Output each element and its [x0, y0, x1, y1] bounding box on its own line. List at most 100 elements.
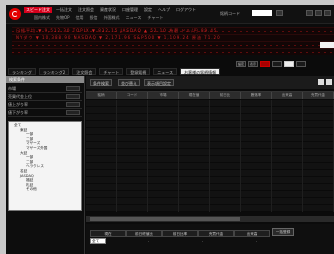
column-header[interactable]: 騰落率	[241, 92, 272, 99]
filter-row-trade-value[interactable]: 売買代金上位	[8, 93, 82, 101]
filter-select[interactable]	[66, 86, 80, 91]
ticker-dots	[12, 52, 334, 53]
left-panel: 検索条件 市場 売買代金上位 値上がり率 値下がり率 全て 東証 一部 二部 マ…	[6, 76, 85, 254]
submenu-news[interactable]: ニュース	[126, 15, 142, 21]
top-menu: スピード注文 一括注文 注文照会 資産状況 口座管理 設定 ヘルプ ログアウト	[24, 7, 198, 13]
summary-cell: -	[147, 239, 150, 243]
filter-select[interactable]	[66, 94, 80, 99]
summary-cell	[162, 238, 189, 244]
menu-item-assets[interactable]: 資産状況	[98, 7, 118, 13]
minimize-button[interactable]	[306, 10, 313, 16]
column-header[interactable]: 銘柄	[86, 92, 117, 99]
ticker-strip-2: NYダウ ▼ 10,388.90 NASDAQ ▼ 2,171.96 S&P50…	[12, 34, 334, 41]
summary-header-cell: 売買代金	[198, 230, 234, 237]
summary-values: - - -	[108, 238, 270, 244]
grid-toolbar: 条件検索 並び替え 表示項目設定	[86, 76, 334, 89]
bottom-summary: 現在 前日終値比 前日比率 売買代金 出来高 一括登録 全て - - -	[86, 224, 334, 254]
tab-chart[interactable]: チャート	[99, 68, 124, 75]
summary-select[interactable]: 全て	[90, 238, 106, 244]
filter-label: 売買代金上位	[8, 94, 32, 99]
tab-order-inquiry[interactable]: 注文照会	[72, 68, 97, 75]
menu-item-batch-order[interactable]: 一括注文	[54, 7, 74, 13]
column-header[interactable]: コード	[117, 92, 148, 99]
summary-cell: -	[201, 239, 204, 243]
stock-grid: 銘柄 コード 市場 現在値 前日比 騰落率 出来高 売買代金	[86, 91, 334, 212]
submenu-margin[interactable]: 信用	[76, 15, 84, 21]
summary-header-cell: 前日終値比	[126, 230, 162, 237]
tab-news[interactable]: ニュース	[153, 68, 178, 75]
menu-bar: スピード注文 一括注文 注文照会 資産状況 口座管理 設定 ヘルプ ログアウト …	[6, 5, 334, 24]
ticker-strip-3	[12, 41, 334, 48]
filter-row-fall[interactable]: 値下がり率	[8, 109, 82, 117]
menu-item-speed-order[interactable]: スピード注文	[24, 7, 52, 13]
ticker-strip-4	[12, 48, 334, 55]
main-area: 条件検索 並び替え 表示項目設定 銘柄 コード 市場 現在値 前日比 騰落率 出…	[86, 76, 334, 254]
column-header[interactable]: 前日比	[210, 92, 241, 99]
submenu-domestic[interactable]: 国内株式	[34, 15, 50, 21]
tab-watchlist[interactable]: 登録銘柄	[126, 68, 151, 75]
stock-code-input[interactable]	[252, 10, 272, 16]
summary-header: 現在 前日終値比 前日比率 売買代金 出来高	[90, 230, 270, 237]
tab-customer-stock-info[interactable]: お客様の銘柄情報	[180, 68, 221, 75]
menu-item-logout[interactable]: ログアウト	[174, 7, 198, 13]
filter-row-rise[interactable]: 値上がり率	[8, 101, 82, 109]
tab-ranking-2[interactable]: ランキング2	[38, 68, 70, 75]
tab-bar: ランキング ランキング2 注文照会 チャート 登録銘柄 ニュース お客様の銘柄情…	[6, 68, 334, 75]
window-controls-row: 設定 表示	[236, 61, 306, 67]
menu-item-account[interactable]: 口座管理	[120, 7, 140, 13]
ticker-strip-1: 日経平均 ▼ 9,512.30 TOPIX ▼ 832.15 JASDAQ ▲ …	[12, 27, 334, 34]
column-settings-button[interactable]: 表示項目設定	[144, 79, 174, 86]
summary-header-cell: 現在	[90, 230, 126, 237]
submenu-futures[interactable]: 先物OP	[56, 15, 70, 21]
submenu-funds[interactable]: 投信	[90, 15, 98, 21]
menu-item-help[interactable]: ヘルプ	[156, 7, 172, 13]
left-panel-header: 検索条件	[6, 76, 84, 83]
market-tree: 全て 東証 一部 二部 マザーズ マザーズ外国 大証 一部 二部 ヘラクレス 名…	[8, 121, 82, 211]
grid-header: 銘柄 コード 市場 現在値 前日比 騰落率 出来高 売買代金	[86, 92, 334, 99]
column-header[interactable]: 市場	[148, 92, 179, 99]
submenu-foreign[interactable]: 外国株式	[104, 15, 120, 21]
stock-code-label: 銘柄コード	[220, 11, 240, 16]
sub-menu: 国内株式 先物OP 信用 投信 外国株式 ニュース チャート	[34, 15, 163, 21]
search-button[interactable]	[276, 10, 283, 16]
menu-item-order-inquiry[interactable]: 注文照会	[76, 7, 96, 13]
filter-select[interactable]	[66, 102, 80, 107]
brand-logo	[9, 8, 21, 20]
toolbar-toggle[interactable]	[318, 79, 324, 85]
filter-label: 市場	[8, 86, 16, 91]
submenu-chart[interactable]: チャート	[147, 15, 163, 21]
batch-register-button[interactable]: 一括登録	[272, 228, 294, 236]
column-header[interactable]: 売買代金	[303, 92, 334, 99]
blank-toggle[interactable]	[284, 61, 294, 67]
grid-rows[interactable]	[86, 100, 334, 212]
condition-search-button[interactable]: 条件検索	[90, 79, 112, 86]
filter-select[interactable]	[66, 110, 80, 115]
tab-ranking[interactable]: ランキング	[8, 68, 36, 75]
filter-label: 値下がり率	[8, 110, 28, 115]
scrollbar-thumb[interactable]	[90, 217, 240, 221]
horizontal-scrollbar[interactable]	[86, 216, 334, 222]
filter-rows: 市場 売買代金上位 値上がり率 値下がり率	[8, 85, 82, 117]
toolbar-toggle-2[interactable]	[326, 79, 332, 85]
filter-row-market[interactable]: 市場	[8, 85, 82, 93]
summary-cell	[108, 238, 135, 244]
config-button[interactable]: 設定	[236, 61, 246, 67]
tool-button[interactable]	[296, 61, 306, 67]
trading-app-window: スピード注文 一括注文 注文照会 資産状況 口座管理 設定 ヘルプ ログアウト …	[6, 5, 334, 254]
summary-cell	[216, 238, 243, 244]
summary-cell: -	[255, 239, 258, 243]
column-header[interactable]: 現在値	[179, 92, 210, 99]
maximize-button[interactable]	[315, 10, 322, 16]
layout-button[interactable]	[272, 61, 282, 67]
close-button[interactable]	[324, 10, 331, 16]
column-header[interactable]: 出来高	[272, 92, 303, 99]
tree-node[interactable]: その他	[11, 187, 79, 192]
summary-header-cell: 前日比率	[162, 230, 198, 237]
ticker-dots	[12, 45, 334, 46]
alert-button[interactable]	[260, 61, 270, 67]
sort-button[interactable]: 並び替え	[118, 79, 140, 86]
summary-header-cell: 出来高	[234, 230, 270, 237]
menu-item-settings[interactable]: 設定	[142, 7, 154, 13]
filter-label: 値上がり率	[8, 102, 28, 107]
display-button[interactable]: 表示	[248, 61, 258, 67]
